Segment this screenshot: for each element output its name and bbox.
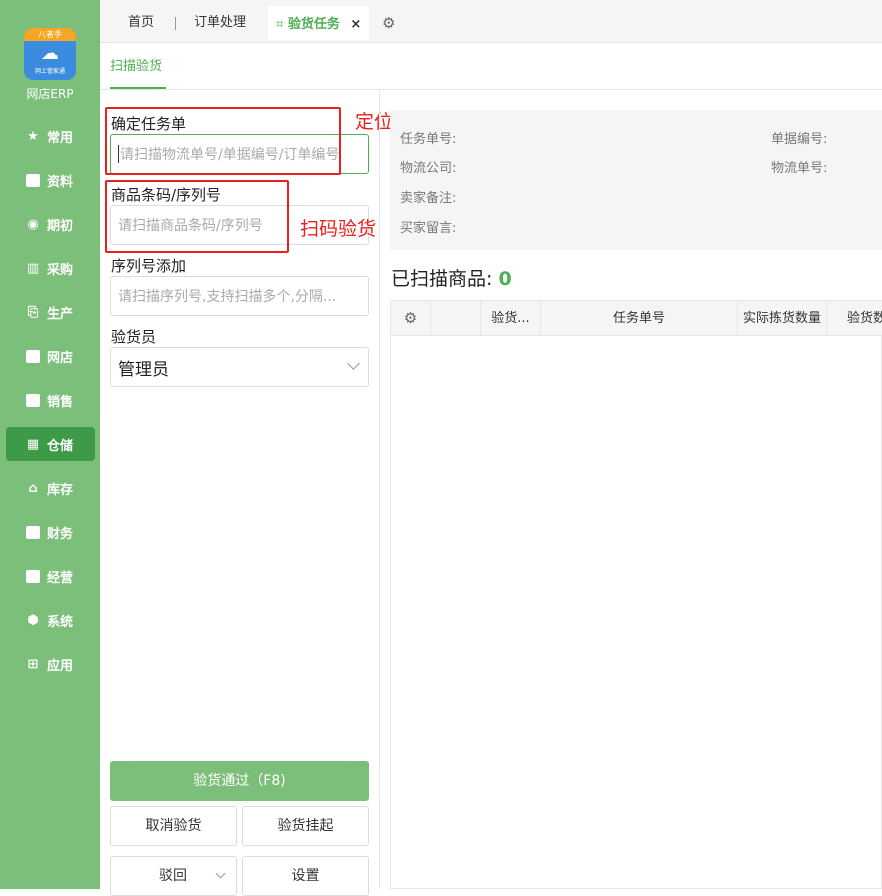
annotation-box-task	[105, 107, 341, 175]
app-name: 网店ERP	[26, 87, 74, 101]
tab-order-processing[interactable]: 订单处理	[194, 6, 246, 40]
store-icon	[25, 348, 41, 364]
sidebar-item-label: 资料	[47, 174, 74, 190]
task-info-panel: 任务单号: 单据编号: 物流公司: 物流单号: 卖家备注: 买家留言:	[390, 110, 882, 250]
tab-inspection-task[interactable]: ⌗ 验货任务 ×	[268, 6, 370, 40]
cancel-inspect-button[interactable]: 取消验货	[110, 806, 237, 846]
bill-no-label: 单据编号:	[771, 132, 828, 147]
logistics-no-label: 物流单号:	[771, 161, 828, 176]
sidebar-item-store[interactable]: 网店	[6, 339, 95, 373]
sidebar-item-purchase[interactable]: ▥ 采购	[6, 251, 95, 285]
seller-note-label: 卖家备注:	[400, 191, 457, 206]
sidebar-item-label: 期初	[47, 218, 74, 234]
table-column-blank	[431, 301, 481, 336]
tab-inspection-label: 验货任务	[287, 17, 340, 32]
sidebar-item-sales[interactable]: 销售	[6, 383, 95, 417]
document-icon	[25, 172, 41, 188]
sidebar-item-label: 系统	[47, 614, 74, 630]
hexagon-icon: ⬢	[27, 612, 39, 628]
inspect-pass-button[interactable]: 验货通过（F8)	[110, 761, 369, 801]
star-icon: ★	[27, 128, 39, 144]
scanned-count: 0	[498, 268, 512, 290]
logo-top-text: 八者手	[24, 28, 76, 41]
app-logo: 八者手 ☁ 网上管家通	[24, 28, 76, 80]
tab-bar: 首页 订单处理 ⌗ 验货任务 × ⚙	[100, 0, 882, 43]
gear-icon[interactable]: ⚙	[382, 6, 395, 40]
annotation-scan-inspect: 扫码验货	[300, 218, 377, 240]
reject-button[interactable]: 驳回	[110, 856, 237, 896]
sidebar-item-label: 生产	[47, 306, 74, 322]
business-icon	[25, 568, 41, 584]
sidebar-item-label: 财务	[47, 526, 74, 542]
sidebar-item-data[interactable]: 资料	[6, 163, 95, 197]
sidebar-item-label: 经营	[47, 570, 74, 586]
sidebar: 八者手 ☁ 网上管家通 网店ERP ★ 常用 资料 ◉ 期初 ▥ 采购 ⎘ 生产…	[0, 0, 100, 889]
sidebar-item-label: 销售	[47, 394, 74, 410]
chevron-down-icon	[347, 357, 360, 370]
tab-separator	[175, 17, 176, 30]
sidebar-item-label: 仓储	[47, 438, 74, 454]
production-icon: ⎘	[27, 304, 39, 320]
subtab-divider	[100, 89, 882, 90]
finance-icon	[25, 524, 41, 540]
sidebar-item-warehouse[interactable]: ▦ 仓储	[6, 427, 95, 461]
logistics-company-label: 物流公司:	[400, 161, 457, 176]
sidebar-item-label: 库存	[47, 482, 74, 498]
subtab-scan-inspect[interactable]: 扫描验货	[110, 55, 162, 74]
sidebar-item-apps[interactable]: ⊞ 应用	[6, 647, 95, 681]
table-column-picked-qty[interactable]: 实际拣货数量	[738, 301, 827, 336]
buyer-message-label: 买家留言:	[400, 221, 457, 236]
serial-input-placeholder: 请扫描序列号,支持扫描多个,分隔...	[118, 289, 337, 305]
hold-inspect-button[interactable]: 验货挂起	[242, 806, 369, 846]
inspector-label: 验货员	[111, 328, 157, 346]
chevron-down-icon[interactable]	[215, 868, 226, 879]
reject-label: 驳回	[159, 868, 187, 884]
sidebar-item-label: 网店	[47, 350, 74, 366]
sales-chart-icon	[25, 392, 41, 408]
sidebar-item-production[interactable]: ⎘ 生产	[6, 295, 95, 329]
panel-divider	[379, 90, 380, 889]
sidebar-item-label: 应用	[47, 658, 74, 674]
table-header: ⚙ 验货... 任务单号 实际拣货数量 验货数	[391, 301, 882, 336]
plus-square-icon: ⊞	[27, 656, 39, 672]
inspector-select[interactable]: 管理员	[110, 347, 369, 387]
scanned-label: 已扫描商品:	[391, 268, 493, 290]
warehouse-icon: ▦	[26, 436, 40, 452]
close-icon[interactable]: ×	[350, 17, 361, 32]
cloud-logo-icon: ☁	[41, 43, 59, 64]
scanned-products-heading: 已扫描商品: 0	[391, 264, 512, 291]
clock-icon: ◉	[27, 216, 39, 232]
sidebar-item-label: 常用	[47, 130, 74, 146]
inspector-value: 管理员	[118, 359, 169, 380]
settings-button[interactable]: 设置	[242, 856, 369, 896]
sidebar-item-inventory[interactable]: ⌂ 库存	[6, 471, 95, 505]
serial-label: 序列号添加	[111, 257, 187, 275]
logo-sub-text: 网上管家通	[34, 68, 65, 75]
scanned-products-table: ⚙ 验货... 任务单号 实际拣货数量 验货数	[390, 300, 882, 889]
sidebar-item-common[interactable]: ★ 常用	[6, 119, 95, 153]
table-column-inspect-status[interactable]: 验货...	[481, 301, 541, 336]
sidebar-item-initial[interactable]: ◉ 期初	[6, 207, 95, 241]
task-no-label: 任务单号:	[400, 132, 457, 147]
sidebar-item-finance[interactable]: 财务	[6, 515, 95, 549]
tab-home[interactable]: 首页	[128, 6, 154, 40]
table-column-task-no[interactable]: 任务单号	[541, 301, 738, 336]
annotation-box-barcode	[105, 180, 289, 253]
purchase-icon: ▥	[26, 260, 40, 276]
sidebar-item-business[interactable]: 经营	[6, 559, 95, 593]
sidebar-item-label: 采购	[47, 262, 74, 278]
home-icon: ⌂	[28, 480, 38, 496]
table-column-inspect-qty[interactable]: 验货数	[827, 301, 882, 336]
table-settings-gear-icon[interactable]: ⚙	[391, 301, 431, 336]
sidebar-item-system[interactable]: ⬢ 系统	[6, 603, 95, 637]
serial-input[interactable]: 请扫描序列号,支持扫描多个,分隔...	[110, 276, 369, 316]
scan-icon: ⌗	[276, 17, 284, 32]
